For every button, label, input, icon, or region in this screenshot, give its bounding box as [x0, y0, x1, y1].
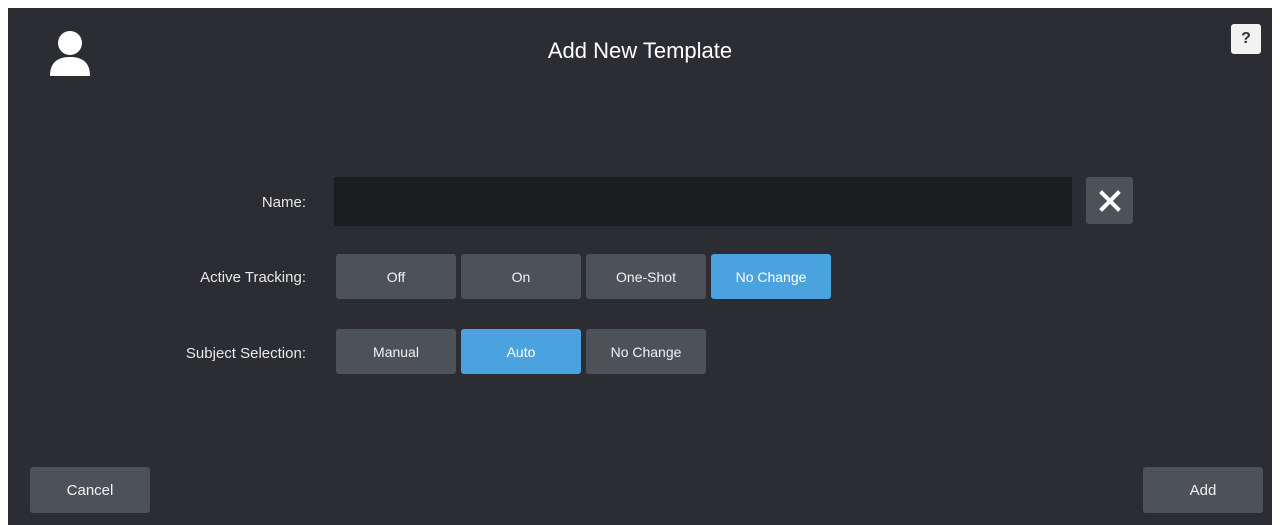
help-button[interactable]: ?	[1231, 24, 1261, 54]
clear-name-button[interactable]	[1086, 177, 1133, 224]
active-tracking-label: Active Tracking:	[200, 269, 306, 286]
name-input[interactable]	[334, 177, 1072, 226]
active-tracking-one-shot-button[interactable]: One-Shot	[586, 254, 706, 299]
add-template-dialog: Add New Template ? Name: Active Tracking…	[8, 8, 1272, 525]
active-tracking-off-button[interactable]: Off	[336, 254, 456, 299]
add-button[interactable]: Add	[1143, 467, 1263, 513]
subject-selection-no-change-button[interactable]: No Change	[586, 329, 706, 374]
close-icon	[1098, 189, 1121, 212]
name-label: Name:	[261, 194, 306, 211]
page-title: Add New Template	[547, 38, 733, 63]
subject-selection-label: Subject Selection:	[185, 345, 306, 362]
subject-selection-auto-button[interactable]: Auto	[461, 329, 581, 374]
help-icon: ?	[1241, 30, 1251, 47]
active-tracking-on-button[interactable]: On	[461, 254, 581, 299]
cancel-button[interactable]: Cancel	[30, 467, 150, 513]
active-tracking-no-change-button[interactable]: No Change	[711, 254, 831, 299]
subject-selection-manual-button[interactable]: Manual	[336, 329, 456, 374]
